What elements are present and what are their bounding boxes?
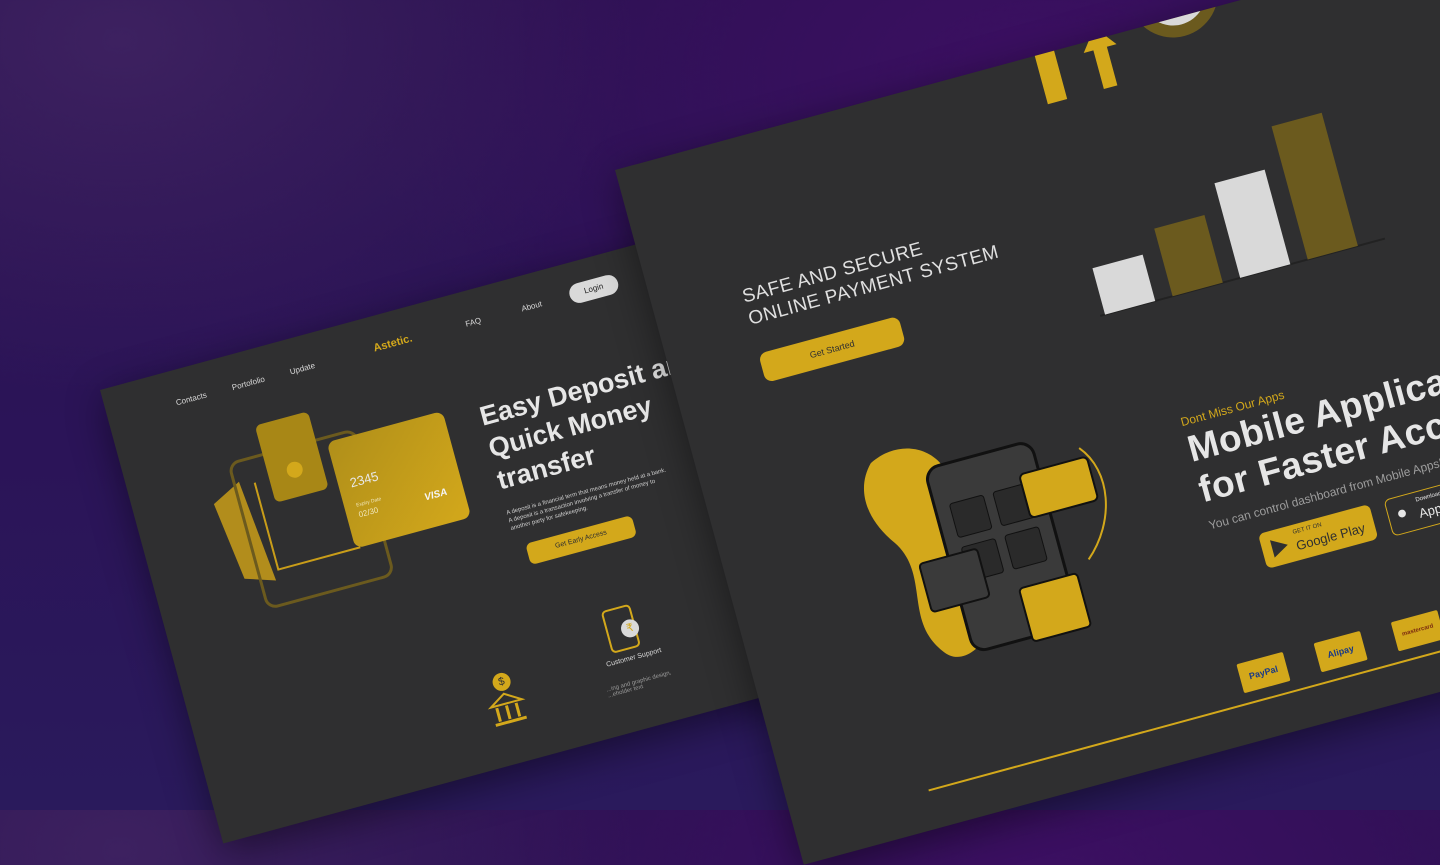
feature-support-text: ...ing and graphic design, ...eholder te… <box>605 670 673 700</box>
login-button[interactable]: Login <box>567 272 621 306</box>
nav-about[interactable]: About <box>520 299 543 313</box>
get-started-button[interactable]: Get Started <box>758 315 907 383</box>
landing-page-mockup-right: SAFE AND SECURE ONLINE PAYMENT SYSTEM Ge… <box>615 0 1440 865</box>
growth-bars-illustration <box>1092 112 1386 317</box>
dollar-coin-illustration: $ <box>1117 0 1229 48</box>
paypal-logo: PayPal <box>1236 651 1291 694</box>
nav-contacts[interactable]: Contacts <box>175 390 208 407</box>
play-store-icon <box>1269 540 1288 558</box>
arrow-up-icon <box>1015 5 1118 105</box>
bank-icon <box>487 692 528 727</box>
card-number: 2345 <box>348 468 381 491</box>
google-play-big-text: Google Play <box>1294 520 1367 554</box>
nav-faq[interactable]: FAQ <box>464 316 482 329</box>
dollar-sign: $ <box>1132 0 1214 33</box>
shopping-phone-illustration <box>864 442 1107 657</box>
card-brand: VISA <box>423 486 449 504</box>
mastercard-logo: mastercard <box>1390 609 1440 652</box>
brand-logo[interactable]: Astetic. <box>372 333 414 355</box>
apple-icon: ● <box>1393 501 1410 524</box>
nav-portfolio[interactable]: Portofolio <box>231 375 266 393</box>
alipay-logo: Alipay <box>1313 630 1368 673</box>
nav-update[interactable]: Update <box>289 361 316 376</box>
